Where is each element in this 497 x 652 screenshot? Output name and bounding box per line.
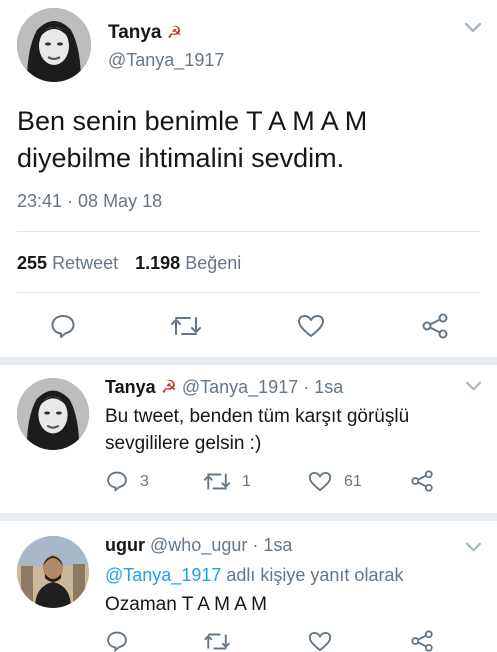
like-label: Beğeni	[185, 253, 242, 273]
reply-text: Bu tweet, benden tüm karşıt görüşlü sevg…	[105, 403, 409, 457]
reply-count: 3	[140, 473, 149, 490]
section-separator	[0, 513, 497, 521]
replying-to-text: adlı kişiye yanıt olarak	[226, 565, 404, 585]
reply-text: Ozaman T A M A M	[105, 594, 267, 615]
retweet-label: Retweet	[52, 253, 119, 273]
retweet-icon[interactable]	[203, 631, 231, 652]
heart-icon[interactable]	[308, 631, 332, 652]
hammer-sickle-icon: ☭	[160, 377, 177, 397]
reply-author-handle[interactable]: @who_ugur	[150, 535, 247, 555]
author-handle[interactable]: @Tanya_1917	[108, 50, 224, 71]
reply-text-line-2: sevgililere gelsin :)	[105, 433, 262, 454]
share-icon[interactable]	[410, 630, 434, 652]
tweet-text-line-1: Ben senin benimle T A M A M	[17, 106, 368, 136]
retweet-icon[interactable]	[203, 471, 231, 492]
chevron-down-icon[interactable]	[465, 542, 482, 553]
reply-icon[interactable]	[50, 313, 76, 339]
reply-text-line-1: Bu tweet, benden tüm karşıt görüşlü	[105, 406, 410, 427]
share-icon[interactable]	[410, 470, 434, 492]
reply-time[interactable]: · 1sa	[303, 377, 343, 397]
tweet-text-line-2: diyebilme ihtimalini sevdim.	[17, 143, 345, 173]
retweet-count: 255	[17, 253, 48, 273]
reply-author-name[interactable]: Tanya	[105, 377, 156, 397]
retweet-stat[interactable]: 255 Retweet	[17, 253, 123, 273]
reply-icon[interactable]	[106, 470, 128, 492]
reply-time[interactable]: · 1sa	[252, 535, 292, 555]
replying-to: @Tanya_1917 adlı kişiye yanıt olarak	[105, 565, 403, 586]
like-stat[interactable]: 1.198 Beğeni	[135, 253, 241, 273]
author-name[interactable]: Tanya ☭	[108, 22, 182, 44]
retweet-icon[interactable]	[170, 314, 202, 338]
reply-author-name[interactable]: ugur	[105, 535, 145, 555]
like-count: 1.198	[135, 253, 181, 273]
hammer-sickle-icon: ☭	[166, 23, 183, 42]
heart-icon[interactable]	[297, 314, 325, 338]
retweet-count: 1	[242, 473, 251, 490]
tweet-text: Ben senin benimle T A M A M diyebilme ih…	[17, 103, 367, 177]
divider	[17, 292, 480, 293]
heart-icon[interactable]	[308, 471, 332, 492]
chevron-down-icon[interactable]	[465, 381, 482, 392]
section-separator	[0, 357, 497, 365]
tweet-stats: 255 Retweet 1.198 Beğeni	[17, 253, 241, 274]
like-count: 61	[344, 473, 362, 490]
divider	[17, 231, 480, 232]
share-icon[interactable]	[421, 313, 449, 339]
avatar[interactable]	[17, 536, 89, 608]
avatar[interactable]	[17, 378, 89, 450]
reply-header: ugur @who_ugur · 1sa	[105, 535, 292, 556]
replying-to-link[interactable]: @Tanya_1917	[105, 565, 221, 585]
reply-author-handle[interactable]: @Tanya_1917	[182, 377, 298, 397]
reply-header: Tanya ☭ @Tanya_1917 · 1sa	[105, 377, 343, 398]
reply-icon[interactable]	[106, 630, 128, 652]
chevron-down-icon[interactable]	[464, 22, 482, 34]
avatar[interactable]	[17, 8, 91, 82]
author-name-text: Tanya	[108, 22, 162, 43]
tweet-timestamp[interactable]: 23:41 · 08 May 18	[17, 191, 162, 212]
